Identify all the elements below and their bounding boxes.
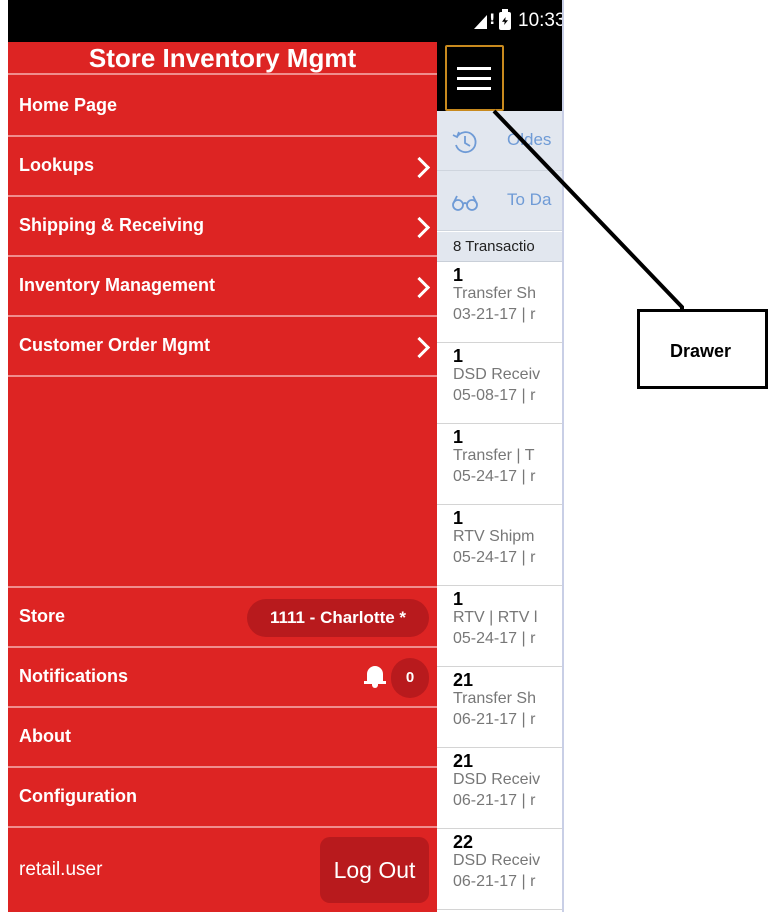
- phone-screen: ! 10:33 Oldes To Da 8 Transactio 1 Trans…: [8, 0, 564, 912]
- nav-item-shipping-receiving[interactable]: Shipping & Receiving: [8, 197, 437, 257]
- chevron-right-icon: [410, 155, 432, 179]
- hamburger-line: [457, 67, 491, 70]
- nav-item-lookups[interactable]: Lookups: [8, 137, 437, 197]
- nav-item-label: Home Page: [19, 95, 118, 115]
- store-select-button[interactable]: 1111 - Charlotte *: [247, 599, 429, 637]
- transaction-type: DSD Receiv: [453, 771, 541, 788]
- hamburger-menu-button[interactable]: [445, 45, 504, 111]
- notifications-label: Notifications: [19, 666, 129, 686]
- nav-item-label: Configuration: [19, 786, 137, 806]
- notification-count-badge[interactable]: 0: [391, 658, 429, 698]
- transaction-row[interactable]: 1 Transfer | T 05-24-17 | r: [437, 424, 562, 505]
- transaction-row[interactable]: 1 DSD Receiv 05-08-17 | r: [437, 343, 562, 424]
- transaction-row[interactable]: 21 Transfer Sh 06-21-17 | r: [437, 667, 562, 748]
- transaction-type: Transfer | T: [453, 447, 535, 464]
- transaction-row[interactable]: 1 RTV Shipm 05-24-17 | r: [437, 505, 562, 586]
- transaction-date: 06-21-17 | r: [453, 792, 536, 809]
- transaction-row[interactable]: 1 RTV | RTV l 05-24-17 | r: [437, 586, 562, 667]
- chevron-right-icon: [410, 215, 432, 239]
- transaction-qty: 21: [453, 751, 474, 771]
- notifications-row[interactable]: Notifications 0: [8, 646, 437, 706]
- status-bar: ! 10:33: [8, 0, 564, 42]
- nav-item-label: Customer Order Mgmt: [19, 335, 211, 355]
- nav-item-customer-order-mgmt[interactable]: Customer Order Mgmt: [8, 317, 437, 377]
- transaction-qty: 22: [453, 832, 474, 852]
- transaction-date: 03-21-17 | r: [453, 306, 536, 323]
- transaction-count: 8 Transactio: [437, 232, 562, 262]
- hamburger-line: [457, 87, 491, 90]
- store-row: Store 1111 - Charlotte *: [8, 586, 437, 646]
- transaction-type: DSD Receiv: [453, 852, 541, 869]
- transaction-row[interactable]: 21 DSD Receiv 06-21-17 | r: [437, 748, 562, 829]
- transaction-list: 1 Transfer Sh 03-21-17 | r 1 DSD Receiv …: [437, 262, 562, 912]
- nav-item-label: About: [19, 726, 71, 746]
- status-time: 10:33: [518, 10, 564, 31]
- transaction-type: RTV Shipm: [453, 528, 535, 545]
- bell-icon-base: [364, 681, 386, 684]
- nav-item-inventory-management[interactable]: Inventory Management: [8, 257, 437, 317]
- store-label: Store: [19, 606, 66, 626]
- nav-item-configuration[interactable]: Configuration: [8, 766, 437, 826]
- filter-to-date-label: To Da: [507, 190, 552, 209]
- transaction-type: Transfer Sh: [453, 285, 536, 302]
- transaction-qty: 1: [453, 265, 464, 285]
- transaction-qty: 1: [453, 346, 464, 366]
- signal-icon: [474, 15, 487, 29]
- username: retail.user: [19, 859, 103, 880]
- callout-box: Drawer: [637, 309, 768, 389]
- transaction-qty: 21: [453, 670, 474, 690]
- nav-item-home-page[interactable]: Home Page: [8, 77, 437, 137]
- transaction-qty: 1: [453, 508, 464, 528]
- transaction-date: 06-21-17 | r: [453, 711, 536, 728]
- filter-oldest-label: Oldes: [507, 130, 552, 149]
- transaction-qty: 1: [453, 589, 464, 609]
- callout-label: Drawer: [670, 341, 732, 361]
- app-header: [437, 42, 562, 111]
- nav-item-label: Shipping & Receiving: [19, 215, 205, 235]
- user-row: retail.user Log Out: [8, 826, 437, 911]
- chevron-right-icon: [410, 335, 432, 359]
- battery-charging-icon: [499, 9, 511, 30]
- filter-oldest[interactable]: Oldes: [437, 111, 562, 171]
- bell-icon: [364, 665, 386, 689]
- nav-item-label: Inventory Management: [19, 275, 216, 295]
- transaction-type: Transfer Sh: [453, 690, 536, 707]
- hamburger-line: [457, 77, 491, 80]
- transactions-page: Oldes To Da 8 Transactio 1 Transfer Sh 0…: [437, 42, 562, 912]
- transaction-date: 05-24-17 | r: [453, 630, 536, 647]
- transaction-row[interactable]: 1 Transfer Sh 03-21-17 | r: [437, 262, 562, 343]
- transaction-qty: 1: [453, 427, 464, 447]
- transaction-date: 05-24-17 | r: [453, 468, 536, 485]
- transaction-date: 06-21-17 | r: [453, 873, 536, 890]
- transaction-date: 05-08-17 | r: [453, 387, 536, 404]
- transaction-row[interactable]: 22 DSD Receiv 06-21-17 | r: [437, 829, 562, 910]
- transaction-type: RTV | RTV l: [453, 609, 538, 626]
- glasses-icon: [452, 195, 478, 211]
- navigation-drawer: Store Inventory Mgmt Home Page Lookups S…: [8, 42, 437, 912]
- filter-to-date[interactable]: To Da: [437, 171, 562, 231]
- transaction-date: 05-24-17 | r: [453, 549, 536, 566]
- signal-alert-mark: !: [489, 12, 496, 28]
- nav-item-label: Lookups: [19, 155, 94, 175]
- chevron-right-icon: [410, 275, 432, 299]
- nav-item-about[interactable]: About: [8, 706, 437, 766]
- history-icon: [452, 131, 477, 154]
- drawer-title: Store Inventory Mgmt: [8, 42, 437, 75]
- logout-button[interactable]: Log Out: [320, 837, 429, 903]
- transaction-type: DSD Receiv: [453, 366, 541, 383]
